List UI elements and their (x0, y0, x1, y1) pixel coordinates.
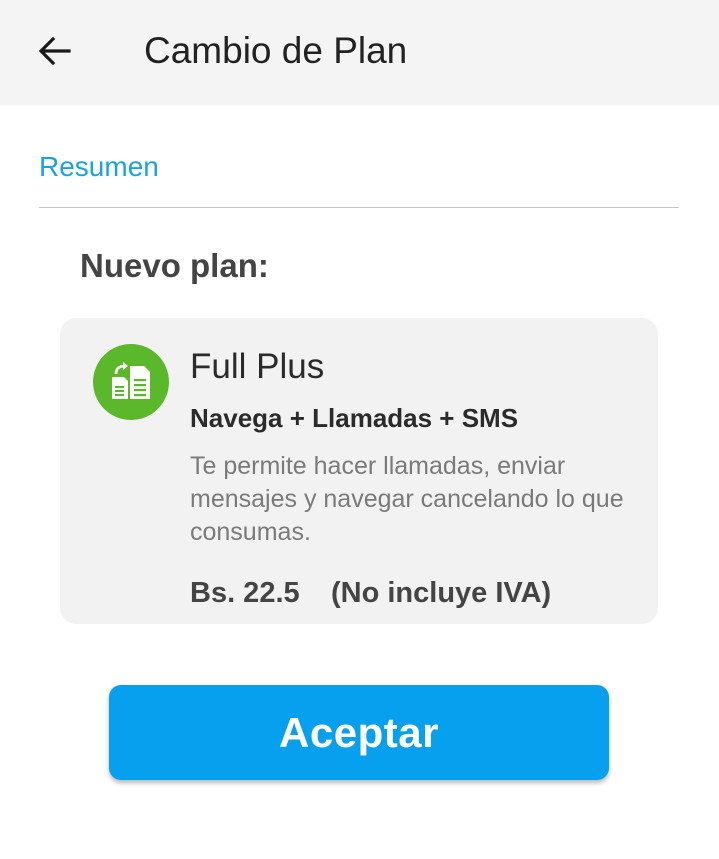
summary-section-link[interactable]: Resumen (39, 150, 159, 184)
new-plan-heading: Nuevo plan: (80, 247, 269, 284)
plan-change-documents-icon (93, 344, 169, 420)
section-divider (39, 207, 679, 208)
arrow-left-icon (38, 36, 71, 66)
app-screen: Cambio de Plan Resumen Nuevo plan: Full … (0, 0, 719, 859)
back-button[interactable] (26, 24, 84, 78)
accept-button[interactable]: Aceptar (109, 685, 609, 780)
plan-features: Navega + Llamadas + SMS (190, 403, 519, 433)
page-title: Cambio de Plan (144, 30, 408, 71)
plan-tax-note: (No incluye IVA) (331, 577, 552, 609)
plan-price: Bs. 22.5 (190, 577, 300, 609)
plan-description: Te permite hacer llamadas, enviar mensaj… (190, 452, 624, 546)
plan-card: Full Plus Navega + Llamadas + SMS Te per… (60, 318, 658, 624)
top-app-bar: Cambio de Plan (0, 0, 719, 105)
plan-name: Full Plus (190, 347, 325, 386)
